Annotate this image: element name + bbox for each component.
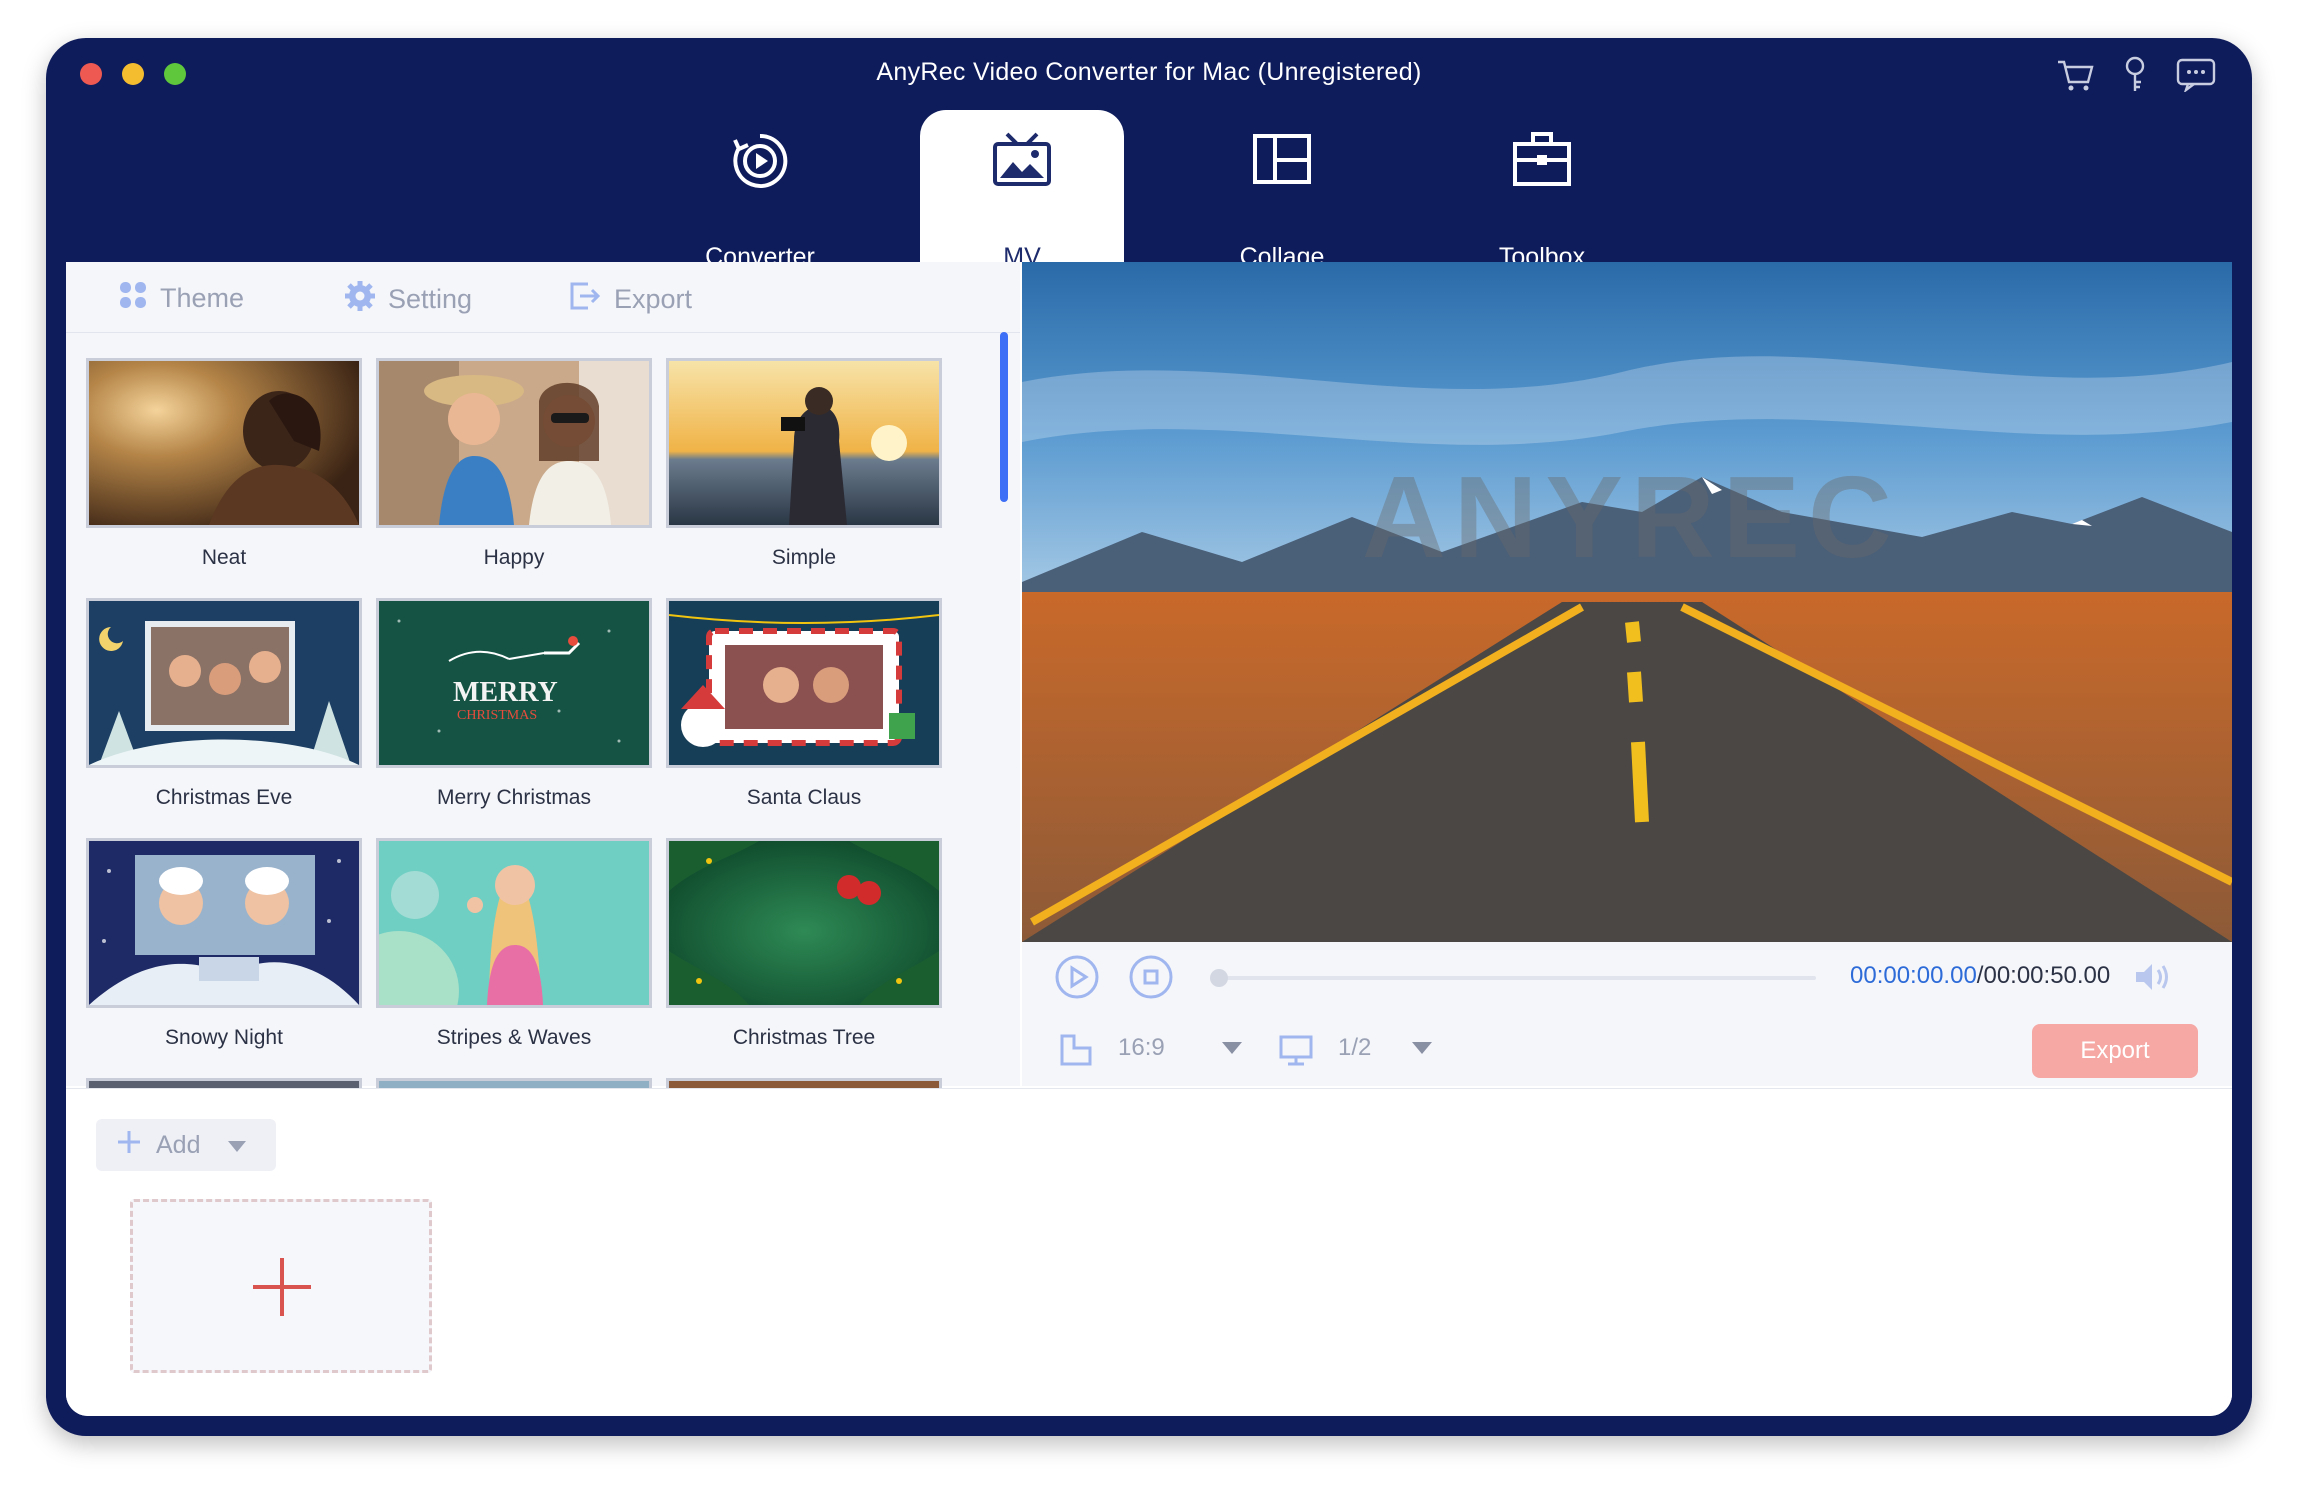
theme-label: Happy [483, 546, 545, 569]
video-preview: ANYREC [1022, 262, 2232, 942]
export-icon [568, 280, 602, 319]
feedback-icon[interactable] [2176, 58, 2216, 92]
theme-card-merry-christmas[interactable]: MERRY CHRISTMAS Merry Christmas [376, 598, 652, 810]
preview-watermark: ANYREC [1362, 452, 1900, 582]
app-window: AnyRec Video Converter for Mac (Unregist… [46, 38, 2252, 1436]
subtab-export[interactable]: Export [568, 280, 692, 319]
subtab-setting[interactable]: Setting [344, 280, 472, 319]
gear-icon [344, 280, 376, 319]
chevron-down-icon[interactable] [1412, 1042, 1432, 1061]
subtab-theme-label: Theme [160, 283, 245, 313]
preview-panel: ANYREC 00:00:00.00/00:00:50.00 16:9 1/2 … [1022, 262, 2232, 1086]
aspect-ratio-icon [1058, 1032, 1094, 1073]
add-button-label: Add [156, 1130, 201, 1159]
subtab-theme[interactable]: Theme [118, 280, 244, 317]
theme-card-snowy-night[interactable]: Snowy Night [86, 838, 362, 1050]
theme-card-christmas-eve[interactable]: Christmas Eve [86, 598, 362, 810]
theme-label: Neat [201, 546, 247, 569]
monitor-icon [1278, 1032, 1314, 1073]
chevron-down-icon[interactable] [228, 1131, 247, 1160]
mv-icon [991, 130, 1053, 200]
progress-handle[interactable] [1210, 969, 1228, 987]
main-content: Theme Setting Export Neat Happy Simple C… [66, 262, 2232, 1416]
media-bin: Add [66, 1088, 2232, 1416]
theme-thumb [666, 838, 942, 1008]
chevron-down-icon[interactable] [1222, 1042, 1242, 1061]
add-button[interactable]: Add [96, 1119, 276, 1171]
thumb-merry-text: MERRY [453, 677, 558, 708]
progress-track[interactable] [1216, 976, 1816, 980]
theme-thumb [86, 838, 362, 1008]
current-time: 00:00:00.00 [1850, 962, 1977, 989]
play-icon[interactable] [1054, 954, 1100, 1005]
cart-icon[interactable] [2056, 58, 2094, 92]
title-bar-icons [2056, 56, 2216, 94]
theme-label: Santa Claus [746, 786, 862, 809]
panel-subtabs: Theme Setting Export [66, 262, 1020, 333]
resolution-select[interactable]: 1/2 [1338, 1034, 1371, 1062]
theme-label: Christmas Eve [155, 786, 293, 809]
theme-panel: Theme Setting Export Neat Happy Simple C… [66, 262, 1020, 1092]
theme-scrollbar[interactable] [1000, 332, 1008, 502]
theme-label: Stripes & Waves [436, 1026, 592, 1049]
theme-card-neat[interactable]: Neat [86, 358, 362, 570]
theme-label: Snowy Night [165, 1026, 283, 1049]
tab-toolbox[interactable]: Toolbox [1440, 110, 1644, 271]
time-display: 00:00:00.00/00:00:50.00 [1850, 962, 2110, 990]
grid-icon [118, 280, 148, 317]
theme-label: Simple [771, 546, 837, 569]
key-icon[interactable] [2122, 56, 2148, 94]
theme-card-happy[interactable]: Happy [376, 358, 652, 570]
theme-label: Christmas Tree [732, 1026, 876, 1049]
plus-icon [116, 1129, 142, 1162]
thumb-christmas-text: CHRISTMAS [457, 708, 537, 723]
collage-icon [1251, 130, 1313, 200]
theme-thumb [86, 598, 362, 768]
add-media-dropzone[interactable] [130, 1199, 432, 1373]
player-controls: 00:00:00.00/00:00:50.00 [1022, 942, 2232, 1012]
theme-card-christmas-tree[interactable]: Christmas Tree [666, 838, 942, 1050]
theme-thumb [666, 358, 942, 528]
theme-thumb [376, 838, 652, 1008]
theme-thumb: MERRY CHRISTMAS [376, 598, 652, 768]
subtab-export-label: Export [614, 284, 693, 314]
subtab-setting-label: Setting [388, 284, 473, 314]
theme-thumb [666, 598, 942, 768]
theme-label: Merry Christmas [436, 786, 591, 809]
tab-collage[interactable]: Collage [1180, 110, 1384, 271]
window-title: AnyRec Video Converter for Mac (Unregist… [876, 58, 1422, 86]
stop-icon[interactable] [1128, 954, 1174, 1005]
volume-icon[interactable] [2132, 960, 2172, 999]
theme-thumb [86, 358, 362, 528]
theme-card-santa-claus[interactable]: Santa Claus [666, 598, 942, 810]
total-time: /00:00:50.00 [1976, 962, 2111, 989]
toolbox-icon [1511, 130, 1573, 200]
theme-card-simple[interactable]: Simple [666, 358, 942, 570]
tab-converter[interactable]: Converter [658, 110, 862, 271]
theme-card-stripes-waves[interactable]: Stripes & Waves [376, 838, 652, 1050]
add-plus-icon [251, 1256, 313, 1323]
aspect-ratio-select[interactable]: 16:9 [1118, 1034, 1165, 1062]
export-button[interactable]: Export [2032, 1024, 2198, 1078]
output-controls: 16:9 1/2 Export [1022, 1012, 2232, 1086]
theme-thumb [376, 358, 652, 528]
converter-icon [729, 130, 791, 200]
